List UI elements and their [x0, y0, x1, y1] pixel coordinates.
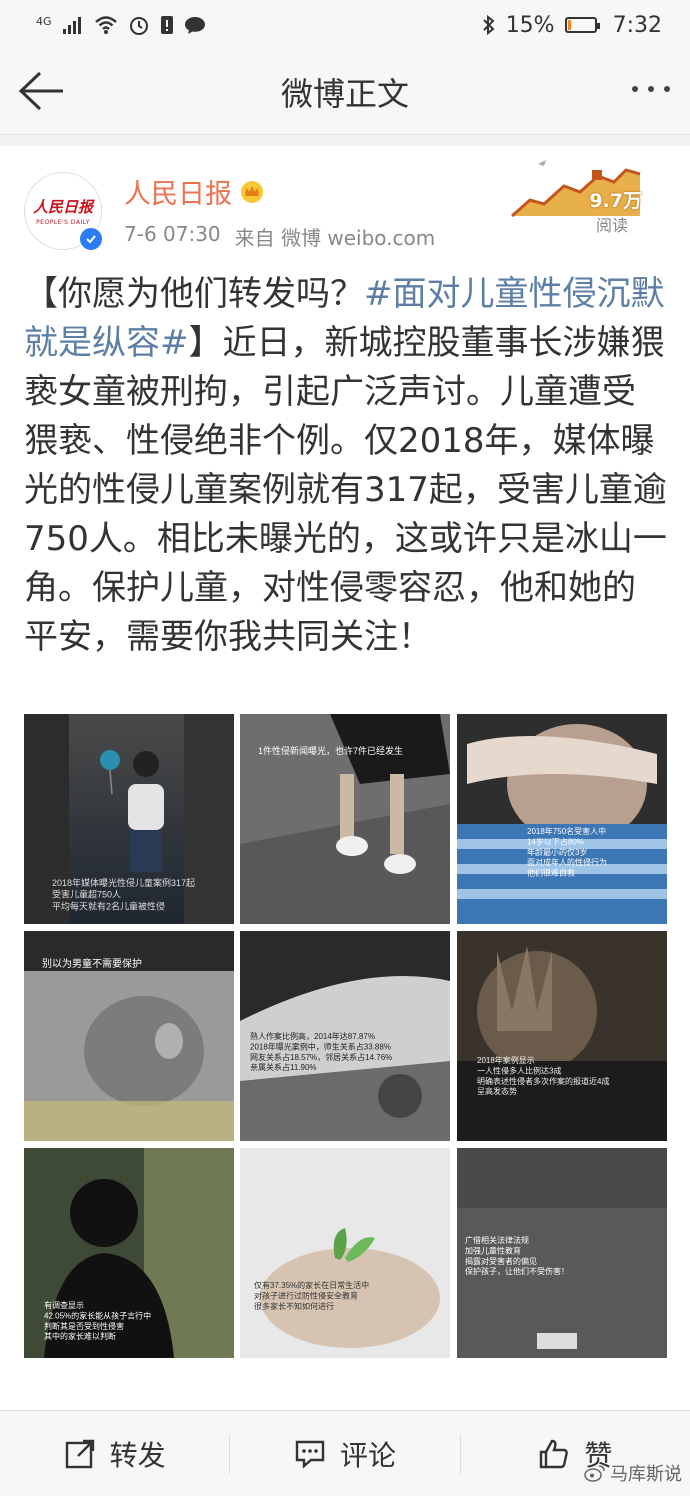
post-image[interactable]: 2018年媒体曝光性侵儿童案例317起受害儿童超750人平均每天就有2名儿童被性… — [24, 714, 234, 924]
bluetooth-icon — [482, 14, 495, 36]
comment-button[interactable]: 评论 — [230, 1411, 459, 1496]
avatar-logo-subtext: PEOPLE'S DAILY — [36, 219, 90, 226]
message-icon — [184, 17, 205, 34]
read-count: 9.7万 — [589, 190, 642, 212]
more-dot-icon — [648, 86, 654, 92]
network-label: 4G — [36, 14, 52, 28]
more-dot-icon — [664, 86, 670, 92]
back-arrow-icon — [18, 71, 63, 111]
verified-badge-icon — [78, 226, 104, 252]
post-text-body: 】近日，新城控股董事长涉嫌猥亵女童被刑拘，引起广泛声讨。儿童遭受猥亵、性侵绝非个… — [24, 323, 667, 657]
post-image[interactable]: 2018年案例显示一人性侵多人比例达3成明确表述性侵者多次作案的报道近4成呈高发… — [457, 931, 667, 1141]
vip-crown-icon[interactable] — [240, 180, 264, 204]
more-dot-icon — [632, 86, 638, 92]
repost-button[interactable]: 转发 — [0, 1411, 229, 1496]
weibo-logo-icon — [584, 1465, 605, 1482]
status-left: 4G — [36, 14, 206, 36]
battery-fill — [567, 20, 572, 30]
post-image[interactable]: 广借相关法律法规加强儿童性教育揭露对受害者的偏见保护孩子，让他们不受伤害！ — [457, 1148, 667, 1358]
action-bar: 转发 评论 赞 马库斯说 — [0, 1410, 690, 1496]
watermark-text: 马库斯说 — [610, 1464, 682, 1485]
post-text-intro: 【你愿为他们转发吗？ — [24, 274, 364, 314]
post-image[interactable]: 别以为男童不需要保护 — [24, 931, 234, 1141]
post-source[interactable]: 来自 微博 weibo.com — [235, 222, 436, 251]
post-meta: 7-6 07:30 来自 微博 weibo.com — [124, 222, 435, 251]
status-right: 15% 7:32 — [482, 13, 662, 38]
avatar-logo: 人民日报 — [32, 198, 93, 216]
status-bar: 4G 15% 7:32 — [0, 0, 690, 50]
read-label: 阅读 — [595, 216, 628, 235]
notification-icon — [160, 16, 173, 34]
author-name[interactable]: 人民日报 — [124, 172, 232, 211]
alarm-icon — [129, 17, 148, 35]
clock: 7:32 — [612, 12, 662, 38]
post-image[interactable]: 熟人作案比例高，2014年达87.87% 2018年曝光案例中，师生关系占33.8… — [240, 931, 450, 1141]
watermark: 马库斯说 — [584, 1460, 682, 1486]
post-text: 【你愿为他们转发吗？#面对儿童性侵沉默就是纵容#】近日，新城控股董事长涉嫌猥亵女… — [24, 270, 668, 662]
signal-icon — [62, 17, 81, 34]
nav-bar: 微博正文 — [0, 50, 690, 135]
page-title: 微博正文 — [280, 75, 409, 113]
back-button[interactable] — [16, 68, 66, 114]
repost-label: 转发 — [109, 1438, 166, 1472]
post-image[interactable]: 2018年750名受害人中 14岁以下占80%年龄最小的仅3岁面对成年人的性侵行为… — [457, 714, 667, 924]
comment-label: 评论 — [339, 1438, 396, 1472]
post-image[interactable]: 有调查显示 42.05%的家长能从孩子言行中判断其是否受到性侵害其中的家长难以判断 — [24, 1148, 234, 1358]
post-timestamp: 7-6 07:30 — [124, 222, 221, 246]
comment-icon — [295, 1440, 325, 1469]
image-grid: 2018年媒体曝光性侵儿童案例317起受害儿童超750人平均每天就有2名儿童被性… — [24, 714, 667, 1359]
thumbs-up-icon — [540, 1439, 569, 1468]
post-image[interactable]: 仅有37.35%的家长在日常生活中对孩子进行过防性侵安全教育很多家长不知如何进行 — [240, 1148, 450, 1358]
image-caption: 1件性侵新闻曝光，也许7件已经发生 — [258, 745, 403, 756]
battery-percent: 15% — [505, 12, 555, 38]
image-caption: 别以为男童不需要保护 — [42, 957, 142, 970]
repost-icon — [65, 1439, 94, 1468]
battery-icon — [564, 17, 600, 33]
post-card: 人民日报 PEOPLE'S DAILY 人民日报 7-6 07:30 来自 微博… — [0, 146, 690, 1410]
author-row: 人民日报 — [124, 172, 264, 211]
more-button[interactable] — [632, 86, 670, 92]
read-count-badge: 9.7万 阅读 — [510, 156, 642, 235]
post-image[interactable]: 1件性侵新闻曝光，也许7件已经发生 — [240, 714, 450, 924]
wifi-icon — [94, 16, 117, 34]
